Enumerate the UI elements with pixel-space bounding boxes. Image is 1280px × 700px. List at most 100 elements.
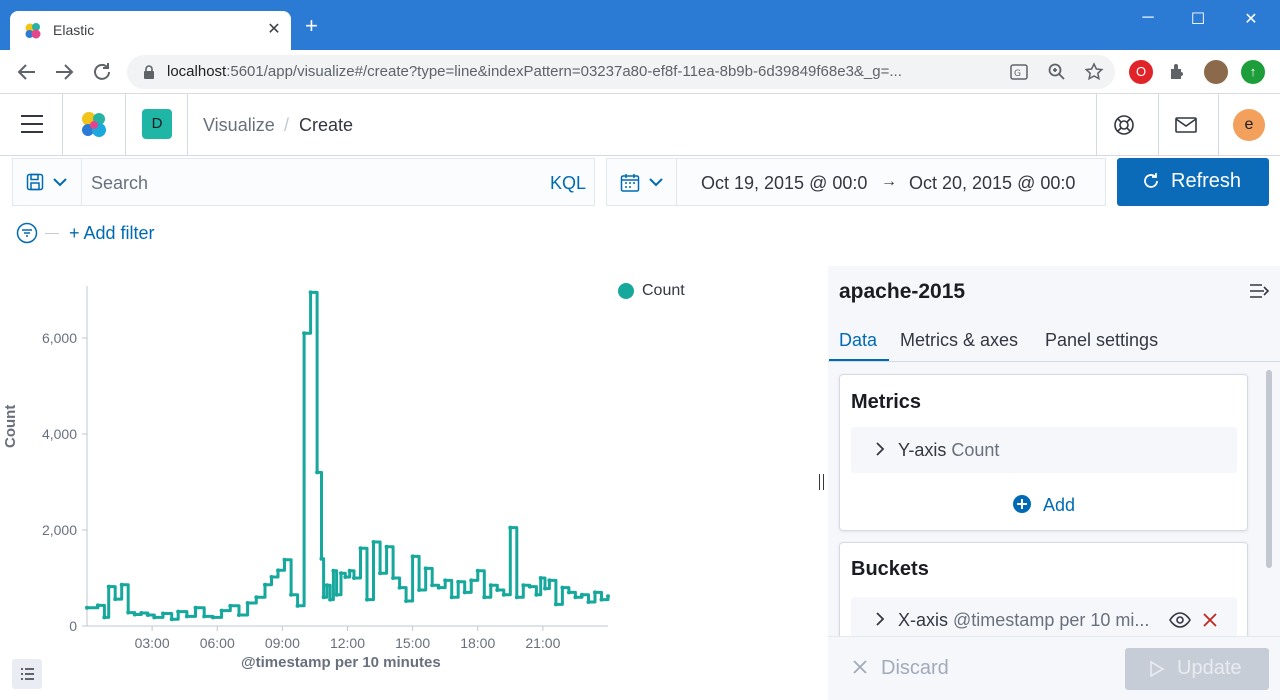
data-point [160,611,165,616]
kql-toggle-button[interactable]: KQL [550,173,586,194]
date-arrow-icon: → [881,173,897,190]
breadcrumb-create: Create [299,115,354,135]
data-point [417,588,422,592]
help-lifebuoy-icon[interactable] [1112,113,1136,137]
chevron-down-icon [53,178,67,187]
translate-icon[interactable]: G [1009,62,1029,82]
tab-panel-settings[interactable]: Panel settings [1045,330,1158,351]
data-point [282,557,287,562]
url-text: localhost:5601/app/visualize#/create?typ… [167,63,902,80]
quick-date-menu-button[interactable] [607,159,677,205]
y-tick-label: 0 [69,618,77,634]
add-filter-button[interactable]: + Add filter [69,223,155,244]
address-bar[interactable]: localhost:5601/app/visualize#/create?typ… [127,55,1115,89]
x-tick-label: 15:00 [395,635,430,651]
data-point [228,603,233,608]
data-point [606,594,610,599]
tab-close-icon[interactable]: ✕ [264,19,284,39]
header-divider [1096,94,1097,156]
refresh-icon [1144,173,1158,188]
data-point [308,290,313,295]
calendar-icon [620,174,640,192]
data-point [328,597,333,602]
eye-icon[interactable] [1169,611,1191,629]
menu-hamburger-icon[interactable] [21,115,43,133]
newsfeed-mail-icon[interactable] [1174,113,1198,137]
data-point [592,590,597,595]
data-point [391,576,396,580]
data-point [319,556,324,561]
bucket-agg: @timestamp per 10 mi... [953,610,1150,630]
close-window-button[interactable]: ✕ [1241,9,1261,29]
remove-x-icon[interactable] [1203,613,1217,627]
minimize-button[interactable]: ─ [1138,9,1158,27]
data-point [488,583,493,588]
update-extension-icon[interactable]: ↑ [1241,60,1265,84]
maximize-button[interactable]: ☐ [1188,9,1208,29]
filter-menu-icon[interactable] [16,222,38,244]
data-point [599,597,604,602]
profile-avatar-icon[interactable] [1204,60,1228,84]
data-point [423,566,428,571]
reload-icon[interactable] [90,60,114,84]
user-avatar[interactable]: e [1233,109,1265,141]
browser-tab[interactable]: Elastic ✕ [10,11,291,50]
data-point [365,597,370,602]
data-point [176,609,181,614]
data-point [254,595,259,600]
opera-extension-icon[interactable]: O [1129,60,1153,84]
zoom-icon[interactable] [1047,62,1067,82]
saved-query-button[interactable] [13,159,82,205]
x-tick-label: 03:00 [135,635,170,651]
tab-data[interactable]: Data [839,330,877,351]
metric-y-axis-count[interactable]: Y-axis Count [851,427,1237,473]
sidebar-scrollbar[interactable] [1266,370,1272,568]
metrics-title: Metrics [851,391,922,413]
y-tick-label: 4,000 [42,426,77,442]
breadcrumb-separator: / [284,115,290,135]
data-point [139,611,144,616]
data-point [579,592,584,597]
bookmark-star-icon[interactable] [1084,62,1104,82]
y-axis-label: Count [2,404,19,448]
refresh-button[interactable]: Refresh [1117,158,1269,206]
data-point [126,610,131,615]
end-date[interactable]: Oct 20, 2015 @ 00:0 [909,173,1075,194]
legend-toggle-button[interactable] [12,659,42,689]
search-input[interactable] [91,173,511,194]
add-metric-button[interactable]: Add [1043,495,1075,516]
resize-grip-icon[interactable] [819,474,824,490]
data-point [324,583,329,588]
discard-button[interactable]: Discard [881,657,949,680]
chevron-right-icon [876,612,885,626]
x-axis-label: @timestamp per 10 minutes [241,654,441,671]
forward-arrow-icon[interactable] [52,60,76,84]
start-date[interactable]: Oct 19, 2015 @ 00:0 [701,173,867,194]
data-point [132,612,137,617]
elastic-logo-icon[interactable] [79,110,109,140]
tab-metrics-axes[interactable]: Metrics & axes [900,330,1018,351]
date-range-picker: Oct 19, 2015 @ 00:0 → Oct 20, 2015 @ 00:… [606,158,1106,206]
data-point [371,540,376,544]
space-avatar[interactable]: D [142,109,172,139]
new-tab-button[interactable]: + [305,15,318,37]
back-arrow-icon[interactable] [15,60,39,84]
data-point [152,615,157,620]
legend-label[interactable]: Count [642,282,685,300]
metrics-panel: Metrics Y-axis Count Add [839,374,1248,531]
data-point [338,571,343,576]
legend-series-marker[interactable] [618,283,634,299]
collapse-sidebar-icon[interactable] [1248,282,1270,300]
header-divider [1158,94,1159,156]
data-point [302,331,307,336]
update-button[interactable]: Update [1125,648,1269,690]
data-point [469,578,474,583]
data-point [436,585,441,590]
plus-circle-icon[interactable] [1012,494,1032,514]
data-point [184,614,189,619]
data-point [449,595,454,600]
breadcrumb-visualize[interactable]: Visualize [203,115,275,136]
data-point [586,600,591,604]
data-point [289,592,294,597]
extensions-puzzle-icon[interactable] [1166,60,1190,84]
